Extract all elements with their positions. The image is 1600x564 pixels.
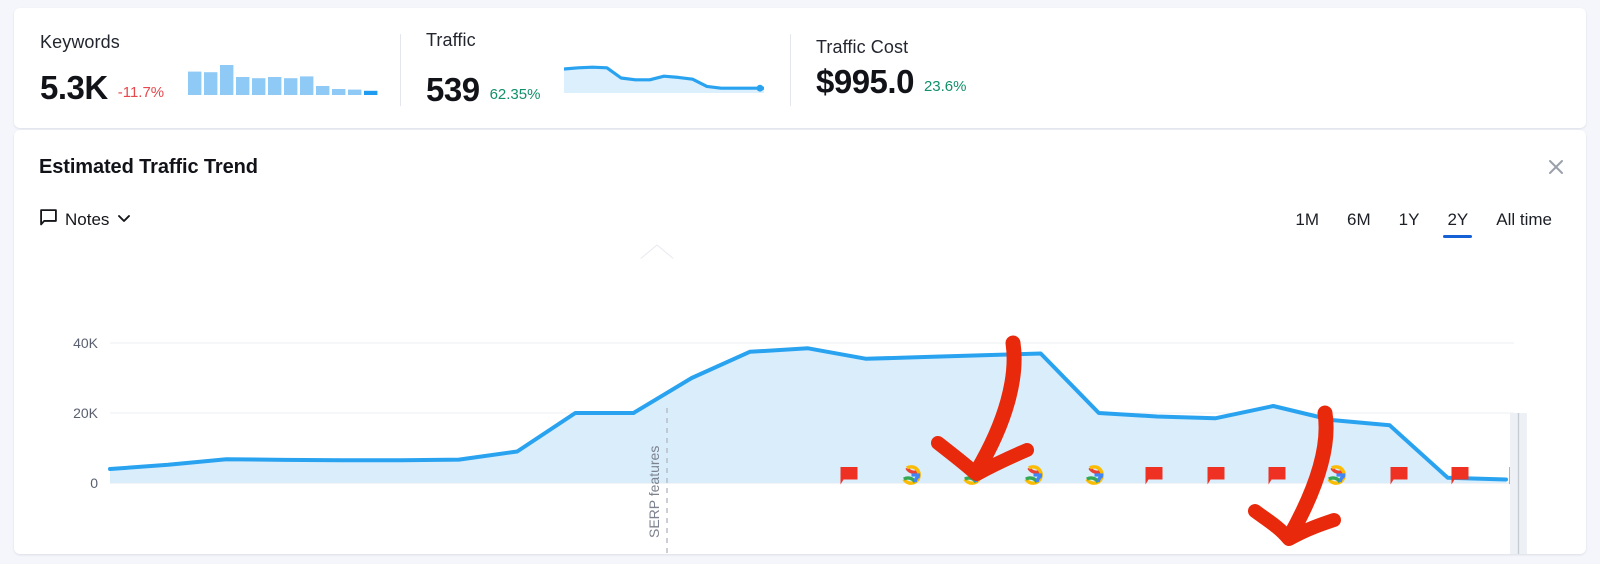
metric-traffic-cost-value: $995.0 [816, 63, 914, 100]
notes-dropdown[interactable]: Notes [39, 208, 132, 232]
annotation-arrow-2 [1248, 405, 1341, 546]
event-marker-flag-icon[interactable] [840, 467, 858, 485]
metric-traffic-label: Traffic [426, 29, 476, 50]
range-tab-1m[interactable]: 1M [1281, 210, 1333, 238]
event-marker-flag-icon[interactable] [1268, 467, 1286, 485]
metric-keywords-delta: -11.7% [117, 83, 165, 101]
y-axis-tick-label: 40K [73, 335, 99, 351]
event-marker-flag-icon[interactable] [1390, 467, 1408, 485]
chart-range-scrollbar[interactable] [1510, 413, 1527, 554]
event-marker-flag-icon[interactable] [1145, 467, 1163, 485]
event-marker-google-icon[interactable] [1327, 465, 1346, 485]
chart-trend-line [108, 346, 1508, 482]
event-marker-flag-icon[interactable] [1207, 467, 1225, 485]
event-marker-google-icon[interactable] [1024, 465, 1043, 485]
range-tab-1y[interactable]: 1Y [1385, 210, 1434, 238]
range-tab-all-time[interactable]: All time [1482, 210, 1566, 238]
metric-traffic-delta: 62.35% [489, 85, 541, 103]
note-icon [39, 208, 58, 232]
metric-keywords-value: 5.3K [40, 68, 108, 106]
estimated-traffic-trend-card: Estimated Traffic Trend Notes 1M 6M 1Y 2Y Al… [14, 130, 1586, 554]
metric-keywords-label: Keywords [40, 31, 120, 52]
time-range-tabs[interactable]: 1M 6M 1Y 2Y All time [1281, 210, 1566, 238]
metric-traffic: Traffic 539 62.35% [400, 8, 790, 128]
event-marker-google-icon[interactable] [902, 465, 921, 485]
serp-features-label: SERP features [646, 446, 662, 538]
y-axis-tick-label: 0 [90, 475, 98, 491]
chart-area-fill [110, 348, 1506, 483]
metric-keywords: Keywords 5.3K -11.7% [14, 8, 400, 128]
metric-traffic-value: 539 [426, 70, 480, 108]
traffic-sparkline [562, 57, 767, 106]
metric-traffic-cost-label: Traffic Cost [816, 37, 909, 57]
event-marker-flag-icon[interactable] [1451, 467, 1469, 485]
chevron-down-icon [116, 210, 132, 231]
metric-traffic-cost: Traffic Cost $995.0 23.6% [790, 8, 1210, 128]
screenshot-root: Keywords 5.3K -11.7% Traffic 539 62.35% … [0, 0, 1600, 564]
card-caret-notch [639, 244, 675, 260]
notes-label: Notes [65, 210, 110, 229]
traffic-trend-chart: 020K40KSERP featuresJul 22Oct 22Jan 23Ap… [14, 130, 1586, 554]
annotation-arrow-1 [931, 335, 1034, 481]
event-marker-google-icon[interactable] [963, 465, 982, 485]
metrics-summary-card: Keywords 5.3K -11.7% Traffic 539 62.35% … [14, 8, 1586, 128]
close-icon[interactable] [1544, 155, 1568, 179]
metric-traffic-cost-delta: 23.6% [923, 78, 967, 95]
event-marker-flag-icon[interactable] [1509, 467, 1527, 485]
y-axis-tick-label: 20K [73, 405, 99, 421]
page-title: Estimated Traffic Trend [39, 156, 258, 178]
range-tab-2y[interactable]: 2Y [1433, 210, 1482, 238]
range-tab-6m[interactable]: 6M [1333, 210, 1385, 238]
event-marker-google-icon[interactable] [1085, 465, 1104, 485]
keywords-sparkline [188, 59, 388, 104]
